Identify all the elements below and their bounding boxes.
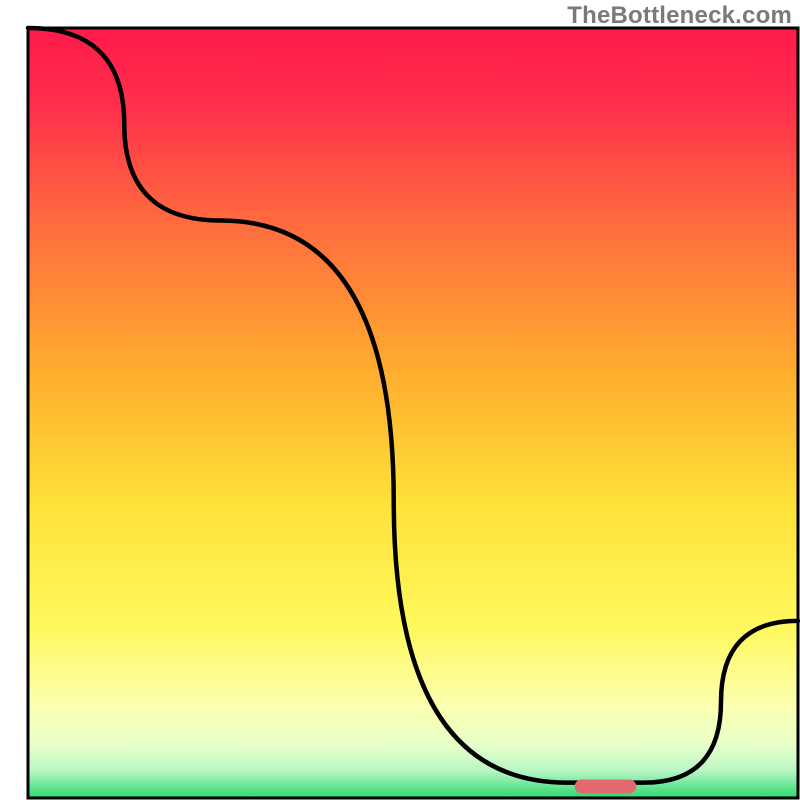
watermark-text: TheBottleneck.com: [567, 2, 792, 30]
chart-stage: TheBottleneck.com: [0, 0, 800, 800]
plot-background: [28, 28, 798, 798]
bottleneck-chart: [0, 0, 800, 800]
optimal-marker: [575, 779, 637, 793]
